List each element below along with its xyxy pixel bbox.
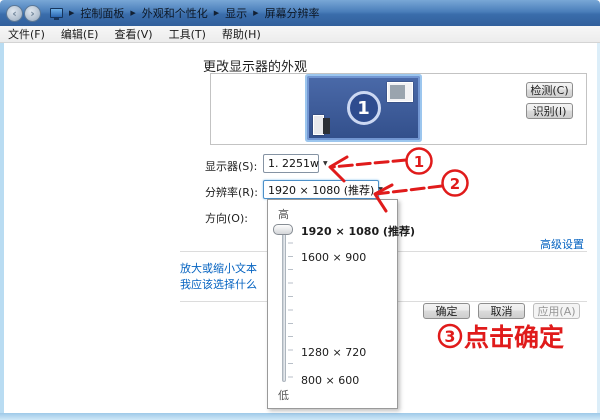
step3-number: 3 — [444, 327, 455, 346]
window-border-left — [0, 43, 4, 420]
orientation-label: 方向(O): — [205, 212, 248, 225]
breadcrumb-separator: ▶ — [213, 9, 220, 17]
breadcrumb-item-appearance[interactable]: 外观和个性化 — [142, 5, 208, 21]
cancel-button[interactable]: 取消 — [478, 303, 525, 319]
step1-arrow — [330, 158, 408, 169]
forward-button[interactable]: › — [24, 4, 41, 22]
slider-ticks — [288, 229, 293, 384]
ok-button[interactable]: 确定 — [423, 303, 470, 319]
monitor-number: 1 — [346, 91, 381, 125]
resolution-slider-handle[interactable] — [273, 224, 293, 235]
advanced-settings-link[interactable]: 高级设置 — [540, 236, 584, 252]
menu-item-help[interactable]: 帮助(H) — [222, 26, 261, 42]
monitor-preview[interactable]: 1 — [307, 76, 420, 140]
chevron-down-icon: ▼ — [378, 186, 383, 193]
display-icon — [50, 8, 63, 20]
resolution-option[interactable]: 1280 × 720 — [301, 346, 366, 359]
resolution-label: 分辨率(R): — [205, 186, 258, 199]
menu-bar: 文件(F) 编辑(E) 查看(V) 工具(T) 帮助(H) — [0, 26, 600, 43]
resolution-option[interactable]: 800 × 600 — [301, 374, 359, 387]
step1-circle — [405, 147, 433, 175]
dropdown-low-label: 低 — [278, 389, 289, 402]
step1-arrowhead — [328, 155, 349, 183]
breadcrumb-separator: ▶ — [69, 9, 75, 17]
breadcrumb-separator: ▶ — [130, 9, 136, 17]
menu-item-tools[interactable]: 工具(T) — [169, 26, 206, 42]
resolution-select-value: 1920 × 1080 (推荐) — [268, 183, 375, 197]
display-select[interactable]: 1. 2251w ▼ — [263, 154, 328, 173]
step2-circle — [441, 169, 469, 197]
detect-button[interactable]: 检测(C) — [526, 82, 573, 98]
resolution-option[interactable]: 1600 × 900 — [301, 251, 366, 264]
display-select-value: 1. 2251w — [268, 157, 319, 170]
breadcrumb-item-screen-resolution[interactable]: 屏幕分辨率 — [265, 5, 320, 21]
step2-arrow — [374, 184, 444, 196]
breadcrumb-item-display[interactable]: 显示 — [225, 5, 247, 21]
window-thumbnail-icon — [387, 82, 413, 102]
window-border-bottom — [0, 413, 600, 420]
identify-button[interactable]: 识别(I) — [526, 103, 573, 119]
step1-number: 1 — [414, 153, 424, 171]
menu-item-view[interactable]: 查看(V) — [114, 26, 152, 42]
dropdown-high-label: 高 — [278, 208, 289, 221]
chevron-down-icon: ▼ — [322, 160, 328, 167]
menu-item-file[interactable]: 文件(F) — [8, 26, 45, 42]
resolution-select[interactable]: 1920 × 1080 (推荐) ▼ — [263, 180, 383, 199]
step3-label: 点击确定 — [464, 323, 564, 352]
breadcrumb: ▶ 控制面板 ▶ 外观和个性化 ▶ 显示 ▶ 屏幕分辨率 — [50, 5, 320, 21]
window-thumbnail-icon — [313, 115, 330, 135]
menu-item-edit[interactable]: 编辑(E) — [61, 26, 99, 42]
resolution-slider-track[interactable] — [282, 225, 286, 382]
screen-resolution-window: ‹ › ▶ 控制面板 ▶ 外观和个性化 ▶ 显示 ▶ 屏幕分辨率 文件(F) 编… — [0, 0, 600, 420]
breadcrumb-item-control-panel[interactable]: 控制面板 — [80, 5, 124, 21]
choose-settings-link[interactable]: 我应该选择什么 — [180, 276, 268, 292]
step2-number: 2 — [450, 175, 460, 193]
address-bar: ‹ › ▶ 控制面板 ▶ 外观和个性化 ▶ 显示 ▶ 屏幕分辨率 — [0, 0, 600, 26]
text-size-link[interactable]: 放大或缩小文本 — [180, 260, 268, 276]
apply-button[interactable]: 应用(A) — [533, 303, 580, 319]
breadcrumb-separator: ▶ — [253, 9, 259, 17]
resolution-dropdown: 高 1920 × 1080 (推荐) 1600 × 900 1280 × 720… — [267, 199, 415, 409]
step3-circle — [437, 323, 463, 349]
display-label: 显示器(S): — [205, 160, 258, 173]
monitor-preview-panel: 1 检测(C) 识别(I) — [210, 73, 587, 145]
resolution-option[interactable]: 1920 × 1080 (推荐) — [301, 223, 415, 239]
back-button[interactable]: ‹ — [6, 4, 23, 22]
